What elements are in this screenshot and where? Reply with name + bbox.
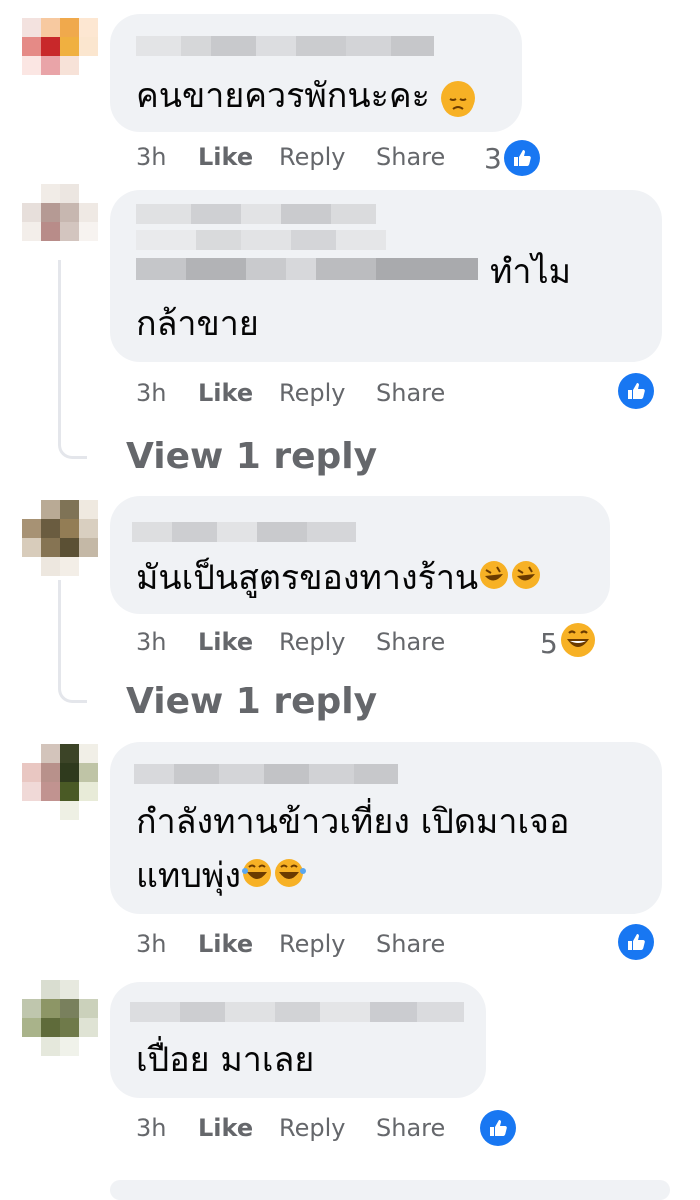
like-button[interactable]: Like bbox=[198, 628, 279, 656]
commenter-name-redacted[interactable] bbox=[130, 1002, 464, 1022]
view-replies-link[interactable]: View 1 reply bbox=[126, 681, 377, 722]
like-button[interactable]: Like bbox=[198, 1114, 279, 1142]
like-button[interactable]: Like bbox=[198, 379, 279, 407]
avatar[interactable] bbox=[22, 744, 98, 820]
thread-line bbox=[58, 260, 61, 440]
commenter-name-redacted[interactable] bbox=[132, 522, 356, 542]
comment-bubble: เปื่อย มาเลย bbox=[110, 982, 486, 1098]
comment-bubble: คนขายควรพักนะคะ bbox=[110, 14, 522, 132]
reaction-summary[interactable] bbox=[480, 1110, 516, 1146]
timestamp[interactable]: 3h bbox=[136, 379, 198, 407]
reply-button[interactable]: Reply bbox=[279, 628, 376, 656]
avatar[interactable] bbox=[22, 18, 98, 94]
rolling-laugh-icon bbox=[478, 554, 544, 606]
commenter-name-redacted[interactable] bbox=[136, 258, 478, 280]
comment-text: แทบพุ่ง bbox=[136, 850, 307, 904]
reply-button[interactable]: Reply bbox=[279, 930, 376, 958]
sad-face-icon bbox=[440, 80, 475, 117]
comment-actions: 3h Like Reply Share bbox=[136, 1112, 466, 1144]
like-button[interactable]: Like bbox=[198, 143, 279, 171]
thread-connector bbox=[58, 680, 87, 703]
timestamp[interactable]: 3h bbox=[136, 628, 198, 656]
laugh-tears-icon bbox=[241, 852, 307, 904]
comment-actions: 3h Like Reply Share bbox=[136, 928, 466, 960]
reaction-summary[interactable]: 5 bbox=[540, 622, 596, 665]
comment-text: ทำไม bbox=[490, 252, 572, 292]
share-button[interactable]: Share bbox=[376, 1114, 466, 1142]
comment-actions: 3h Like Reply Share bbox=[136, 377, 466, 409]
reply-button[interactable]: Reply bbox=[279, 1114, 376, 1142]
timestamp[interactable]: 3h bbox=[136, 930, 198, 958]
share-button[interactable]: Share bbox=[376, 143, 466, 171]
comment-actions: 3h Like Reply Share bbox=[136, 626, 466, 658]
comment-text: กล้าขาย bbox=[136, 304, 259, 344]
share-button[interactable]: Share bbox=[376, 930, 466, 958]
share-button[interactable]: Share bbox=[376, 628, 466, 656]
comment-bubble: ทำไม กล้าขาย bbox=[110, 190, 662, 362]
reaction-count: 3 bbox=[484, 141, 502, 175]
like-icon bbox=[480, 1110, 516, 1146]
avatar[interactable] bbox=[22, 500, 98, 576]
commenter-name-redacted[interactable] bbox=[136, 36, 434, 56]
view-replies-link[interactable]: View 1 reply bbox=[126, 436, 377, 477]
share-button[interactable]: Share bbox=[376, 379, 466, 407]
avatar[interactable] bbox=[22, 980, 98, 1056]
commenter-name-redacted[interactable] bbox=[136, 204, 376, 224]
next-comment-edge bbox=[110, 1180, 670, 1200]
avatar[interactable] bbox=[22, 184, 98, 260]
reaction-count: 5 bbox=[540, 627, 558, 660]
thread-connector bbox=[58, 436, 87, 459]
comment-text: มันเป็นสูตรของทางร้าน bbox=[136, 552, 544, 606]
reply-button[interactable]: Reply bbox=[279, 379, 376, 407]
like-icon bbox=[503, 140, 540, 176]
commenter-name-redacted[interactable] bbox=[136, 230, 386, 250]
thread-line bbox=[58, 580, 61, 685]
like-button[interactable]: Like bbox=[198, 930, 279, 958]
comment-actions: 3h Like Reply Share bbox=[136, 141, 466, 173]
commenter-name-redacted[interactable] bbox=[134, 764, 398, 784]
reaction-summary[interactable] bbox=[618, 924, 654, 960]
reaction-summary[interactable] bbox=[618, 373, 654, 409]
comment-bubble: มันเป็นสูตรของทางร้าน bbox=[110, 496, 610, 614]
like-icon bbox=[618, 373, 654, 409]
laugh-icon bbox=[560, 622, 596, 665]
comment-text: กำลังทานข้าวเที่ยง เปิดมาเจอ bbox=[136, 802, 570, 842]
comment-bubble: กำลังทานข้าวเที่ยง เปิดมาเจอ แทบพุ่ง bbox=[110, 742, 662, 914]
timestamp[interactable]: 3h bbox=[136, 143, 198, 171]
reaction-summary[interactable]: 3 bbox=[484, 140, 540, 176]
timestamp[interactable]: 3h bbox=[136, 1114, 198, 1142]
reply-button[interactable]: Reply bbox=[279, 143, 376, 171]
comment-text: เปื่อย มาเลย bbox=[136, 1040, 315, 1080]
comment-text: คนขายควรพักนะคะ bbox=[136, 70, 475, 122]
like-icon bbox=[618, 924, 654, 960]
